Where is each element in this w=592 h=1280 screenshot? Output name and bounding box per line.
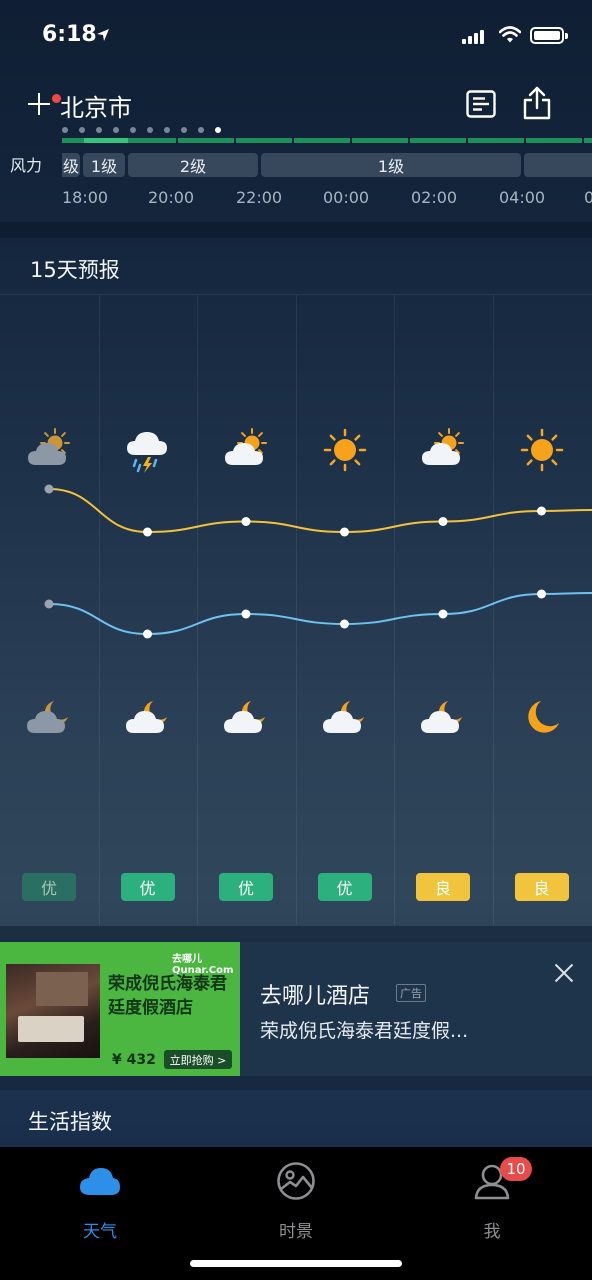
column-divider — [295, 295, 297, 925]
section-separator — [0, 926, 592, 942]
ad-tag: 广告 — [396, 984, 426, 1002]
cloudy-night-icon — [322, 701, 364, 733]
column-divider — [197, 295, 198, 925]
battery-cap — [565, 33, 568, 39]
cloudy-night-icon — [27, 701, 68, 733]
forecast-title: 15天预报 — [30, 258, 120, 282]
tab-weather[interactable]: 天气 — [40, 1159, 160, 1242]
status-time: 6:18 — [42, 22, 97, 47]
low-temp-line-point — [340, 619, 349, 629]
air-quality-badge: 优 — [219, 873, 273, 901]
share-icon[interactable] — [522, 86, 552, 120]
high-temp-line — [48, 488, 592, 534]
low-temp-line-point — [438, 609, 448, 619]
wind-segment: 级 — [62, 153, 80, 177]
wind-segment: 1级 — [83, 153, 125, 177]
ad-hotel-name: 荣成倪氏海泰君廷度假酒店 — [108, 974, 227, 1018]
list-icon[interactable] — [466, 90, 496, 118]
moon-icon — [527, 701, 559, 733]
add-city-icon[interactable] — [28, 93, 50, 115]
cloudy-night-icon — [421, 701, 462, 733]
home-indicator[interactable] — [190, 1260, 402, 1267]
ad-image[interactable]: 去哪儿 Qunar.Com 荣成倪氏海泰君廷度假酒店 ¥ 432 立即抢购 > — [0, 942, 240, 1076]
partly-cloudy-icon — [225, 428, 267, 465]
cloudy-night-icon — [125, 701, 167, 733]
forecast-grid[interactable]: 优优优优良良 — [0, 295, 592, 925]
column-divider — [492, 295, 494, 925]
high-temp-line-point — [537, 506, 546, 516]
page-indicator — [62, 127, 221, 133]
sun-icon — [520, 428, 563, 472]
ad-buy-button[interactable]: 立即抢购 > — [164, 1050, 232, 1069]
life-index-title: 生活指数 — [28, 1110, 112, 1134]
high-temp-line-point — [143, 527, 152, 537]
cloud-icon — [80, 1168, 120, 1195]
air-quality-badge: 优 — [317, 873, 372, 901]
picture-icon — [277, 1162, 315, 1200]
wind-time-label: 20:00 — [148, 188, 195, 207]
tab-scenery[interactable]: 时景 — [236, 1159, 356, 1242]
tab-label: 我 — [483, 1222, 501, 1242]
low-temp-line-point — [143, 629, 152, 639]
wind-time-axis: 18:00 20:00 22:00 00:00 02:00 04:00 0 — [0, 188, 592, 212]
hotel-photo — [6, 964, 100, 1058]
high-temp-line-point — [241, 517, 251, 526]
low-temp-line-point — [44, 599, 54, 609]
high-temp-line-point — [44, 484, 54, 494]
column-divider — [98, 295, 100, 925]
notification-badge: 10 — [500, 1157, 532, 1181]
battery-icon — [530, 27, 564, 44]
tab-me[interactable]: 我 — [432, 1159, 552, 1242]
cloudy-night-icon — [224, 701, 265, 733]
tab-label: 天气 — [83, 1222, 117, 1242]
close-icon[interactable] — [553, 962, 575, 984]
air-quality-badge: 优 — [22, 873, 76, 901]
wind-segment — [524, 153, 592, 177]
wind-segment: 1级 — [261, 153, 521, 177]
wind-time-label: 0 — [584, 188, 592, 207]
wind-time-label: 02:00 — [411, 188, 458, 207]
city-name[interactable]: 北京市 — [60, 88, 132, 123]
wind-level-bar — [62, 138, 592, 143]
low-temp-line — [48, 592, 592, 636]
column-divider — [394, 295, 395, 925]
sun-icon — [323, 428, 366, 472]
ad-price: ¥ 432 — [112, 1052, 156, 1068]
section-separator — [0, 222, 592, 238]
tab-label: 时景 — [279, 1222, 313, 1242]
cellular-signal-icon — [462, 30, 484, 44]
wind-time-label: 22:00 — [236, 188, 283, 207]
wind-segment: 2级 — [128, 153, 258, 177]
ad-banner[interactable]: 去哪儿 Qunar.Com 荣成倪氏海泰君廷度假酒店 ¥ 432 立即抢购 > … — [0, 942, 592, 1076]
location-arrow-icon — [97, 29, 109, 41]
air-quality-badge: 良 — [416, 873, 470, 901]
wind-time-label: 04:00 — [499, 188, 546, 207]
thunderstorm-icon — [126, 432, 167, 473]
air-quality-badge: 良 — [514, 873, 569, 901]
partly-cloudy-icon — [422, 428, 464, 465]
wind-label: 风力 — [10, 156, 43, 175]
section-separator — [0, 1076, 592, 1090]
high-temp-line-point — [340, 527, 349, 537]
low-temp-line-point — [537, 589, 546, 599]
ad-title[interactable]: 去哪儿酒店 — [260, 978, 370, 1010]
low-temp-line-point — [241, 609, 251, 619]
wind-time-label: 18:00 — [62, 188, 109, 207]
partly-cloudy-icon — [28, 428, 70, 465]
status-bar: 6:18 — [0, 0, 592, 70]
air-quality-badge: 优 — [120, 873, 175, 901]
ad-description[interactable]: 荣成倪氏海泰君廷度假... — [260, 1016, 468, 1043]
wifi-icon — [499, 26, 521, 43]
high-temp-line-point — [438, 517, 448, 526]
wind-time-label: 00:00 — [323, 188, 370, 207]
